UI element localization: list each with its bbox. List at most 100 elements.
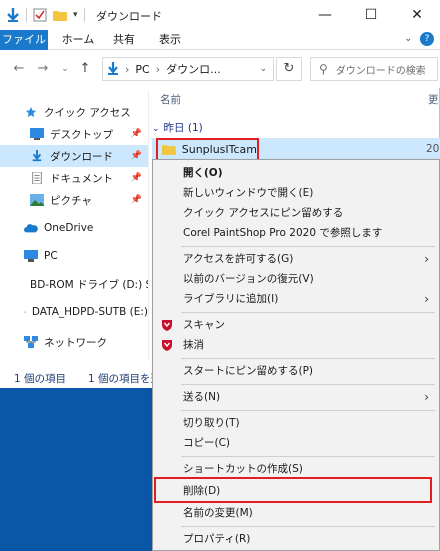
column-header-date[interactable]: 更	[428, 92, 439, 107]
file-date: 20	[426, 143, 440, 155]
download-location-icon	[108, 62, 118, 75]
group-collapse-icon: ⌄	[152, 124, 160, 134]
refresh-button[interactable]: ↻	[276, 57, 302, 81]
new-folder-icon[interactable]	[53, 9, 67, 21]
menu-item-send-to[interactable]: 送る(N) ›	[153, 386, 439, 408]
recent-locations-icon[interactable]: ⌄	[56, 60, 74, 78]
menu-separator	[181, 246, 435, 247]
nav-item-downloads[interactable]: ダウンロード 📌	[0, 145, 148, 167]
close-button[interactable]: ✕	[394, 0, 440, 30]
ribbon-tabs: ファイル ホーム 共有 表示 ⌄ ?	[0, 30, 440, 50]
pin-icon[interactable]: 📌	[131, 129, 142, 139]
desktop-icon	[30, 128, 44, 140]
menu-item-pin-start[interactable]: スタートにピン留めする(P)	[153, 360, 439, 382]
help-icon[interactable]: ?	[420, 32, 434, 46]
nav-item-pictures[interactable]: ピクチャ 📌	[0, 189, 148, 211]
menu-separator	[181, 410, 435, 411]
back-arrow-icon[interactable]: ←	[10, 60, 28, 78]
nav-label: デスクトップ	[50, 128, 113, 141]
breadcrumb-downloads[interactable]: ダウンロ...	[166, 61, 221, 77]
menu-item-corel-browse[interactable]: Corel PaintShop Pro 2020 で参照します	[153, 222, 439, 244]
nav-label: クイック アクセス	[44, 106, 131, 119]
pin-icon[interactable]: 📌	[131, 173, 142, 183]
menu-separator	[181, 456, 435, 457]
cloud-icon	[24, 224, 38, 233]
breadcrumb-separator: ›	[125, 62, 130, 76]
properties-check-icon[interactable]	[33, 8, 47, 22]
file-item-sunplusitcam[interactable]: SunplusITcam	[156, 138, 259, 161]
download-arrow-icon[interactable]	[6, 7, 20, 23]
nav-label: BD-ROM ドライブ (D:) S	[30, 278, 148, 291]
menu-separator	[181, 526, 435, 527]
menu-item-open[interactable]: 開く(O)	[153, 162, 439, 184]
group-header-yesterday[interactable]: ⌄ 昨日 (1)	[152, 120, 203, 135]
address-dropdown-icon[interactable]: ⌄	[259, 64, 267, 74]
search-placeholder: ダウンロードの検索	[335, 65, 426, 77]
pane-splitter[interactable]	[148, 90, 149, 360]
menu-item-add-to-library[interactable]: ライブラリに追加(I) ›	[153, 288, 439, 310]
address-bar[interactable]: › PC › ダウンロ... ⌄	[102, 57, 274, 81]
menu-item-copy[interactable]: コピー(C)	[153, 432, 439, 454]
submenu-arrow-icon: ›	[424, 390, 429, 404]
drive-icon	[24, 311, 26, 313]
document-icon	[32, 172, 42, 184]
status-selected-count: 1 個の項目を選	[88, 373, 162, 385]
tab-view[interactable]: 表示	[150, 30, 190, 50]
tab-home[interactable]: ホーム	[56, 30, 100, 50]
menu-item-scan[interactable]: スキャン	[153, 314, 439, 336]
shield-icon	[162, 320, 172, 331]
menu-item-rename[interactable]: 名前の変更(M)	[153, 502, 439, 524]
pc-icon	[24, 250, 38, 262]
nav-item-onedrive[interactable]: OneDrive	[0, 217, 148, 239]
nav-label: DATA_HDPD-SUTB (E:)	[31, 306, 148, 318]
nav-item-desktop[interactable]: デスクトップ 📌	[0, 123, 148, 145]
minimize-button[interactable]: —	[302, 0, 348, 30]
nav-item-bd-rom[interactable]: BD-ROM ドライブ (D:) S	[0, 273, 148, 295]
toolbar-divider	[83, 8, 85, 22]
menu-item-give-access[interactable]: アクセスを許可する(G) ›	[153, 248, 439, 270]
tab-file[interactable]: ファイル	[0, 30, 48, 50]
menu-label: アクセスを許可する(G)	[183, 253, 294, 265]
menu-item-open-new-window[interactable]: 新しいウィンドウで開く(E)	[153, 182, 439, 204]
menu-item-shred[interactable]: 抹消	[153, 334, 439, 356]
nav-item-network[interactable]: ネットワーク	[0, 331, 148, 353]
pin-icon[interactable]: 📌	[131, 195, 142, 205]
nav-item-data-drive[interactable]: DATA_HDPD-SUTB (E:)	[0, 301, 148, 323]
navigation-bar: ← → ⌄ ↑ › PC › ダウンロ... ⌄ ↻ ⚲ ダウンロードの検索	[0, 50, 440, 88]
nav-item-quick-access[interactable]: クイック アクセス	[0, 101, 148, 123]
menu-item-pin-quick-access[interactable]: クイック アクセスにピン留めする	[153, 202, 439, 224]
submenu-arrow-icon: ›	[424, 252, 429, 266]
window-title: ダウンロード	[96, 10, 162, 23]
menu-item-cut[interactable]: 切り取り(T)	[153, 412, 439, 434]
customize-toolbar-icon[interactable]: ▾	[73, 10, 78, 20]
menu-label: 抹消	[183, 339, 204, 351]
menu-item-restore-versions[interactable]: 以前のバージョンの復元(V)	[153, 268, 439, 290]
tab-share[interactable]: 共有	[104, 30, 144, 50]
column-header-name[interactable]: 名前	[160, 92, 181, 107]
maximize-button[interactable]: ☐	[348, 0, 394, 30]
pin-icon[interactable]: 📌	[131, 151, 142, 161]
toolbar-divider	[26, 8, 27, 22]
nav-item-documents[interactable]: ドキュメント 📌	[0, 167, 148, 189]
group-label: 昨日 (1)	[163, 122, 203, 134]
navigation-pane: クイック アクセス デスクトップ 📌 ダウンロード 📌 ドキュメント 📌 ピクチ…	[0, 90, 148, 360]
forward-arrow-icon[interactable]: →	[34, 60, 52, 78]
quick-access-toolbar: ▾	[6, 6, 91, 24]
ribbon-expand-icon[interactable]: ⌄	[404, 33, 412, 44]
nav-label: PC	[44, 250, 58, 262]
up-arrow-icon[interactable]: ↑	[76, 60, 94, 78]
menu-separator	[181, 358, 435, 359]
delete-highlight-box	[154, 477, 432, 503]
picture-icon	[30, 194, 44, 206]
search-input[interactable]: ⚲ ダウンロードの検索	[310, 57, 438, 81]
nav-label: ネットワーク	[44, 336, 107, 349]
breadcrumb-pc[interactable]: PC	[135, 63, 149, 76]
title-bar: ▾ ダウンロード — ☐ ✕	[0, 0, 440, 30]
nav-item-pc[interactable]: PC	[0, 245, 148, 267]
download-icon	[32, 150, 42, 162]
menu-item-properties[interactable]: プロパティ(R)	[153, 528, 439, 550]
star-icon	[25, 106, 37, 118]
menu-label: ライブラリに追加(I)	[183, 293, 279, 305]
menu-separator	[181, 312, 435, 313]
folder-icon	[162, 145, 176, 155]
